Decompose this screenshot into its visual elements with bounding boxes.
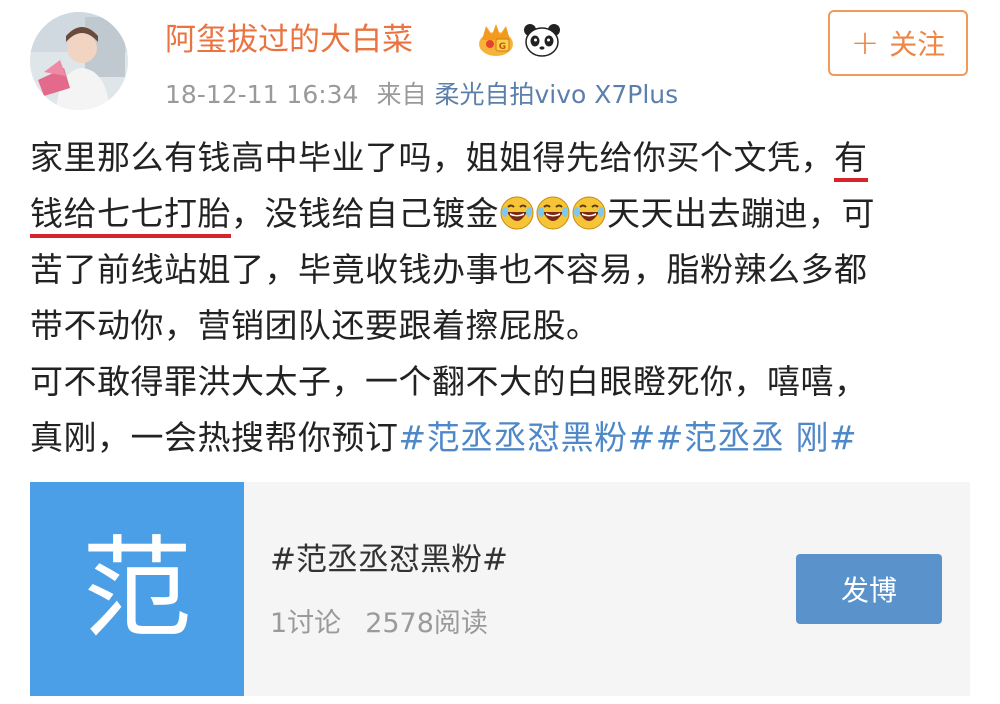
post-text-segment: ，没钱给自己镀金 xyxy=(231,194,499,233)
laughing-tears-emoji-icon xyxy=(500,196,534,230)
post-timestamp: 18-12-11 16:34 xyxy=(165,80,359,109)
post-line: 可不敢得罪洪大太子，一个翻不大的白眼瞪死你，嘻嘻， xyxy=(30,362,868,401)
post-text: 家里那么有钱高中毕业了吗，姐姐得先给你买个文凭，有 钱给七七打胎，没钱给自己镀金… xyxy=(30,130,970,466)
topic-stats: 1讨论 2578阅读 xyxy=(270,606,488,642)
post-meta: 18-12-11 16:34 来自 柔光自拍vivo X7Plus xyxy=(165,78,678,112)
topic-title[interactable]: #范丞丞怼黑粉# xyxy=(270,540,508,580)
source-device-link[interactable]: 柔光自拍vivo X7Plus xyxy=(434,80,678,109)
post-line: 苦了前线站姐了，毕竟收钱办事也不容易，脂粉辣么多都 xyxy=(30,250,868,289)
topic-thumbnail: 范 xyxy=(30,482,244,696)
crown-badge-icon[interactable]: G xyxy=(476,22,516,58)
read-count: 2578阅读 xyxy=(365,608,488,639)
laughing-tears-emoji-icon xyxy=(536,196,570,230)
topic-card[interactable]: 范 #范丞丞怼黑粉# 1讨论 2578阅读 发博 xyxy=(30,482,970,696)
post-line: 钱给七七打胎，没钱给自己镀金 天天出去蹦迪，可 xyxy=(30,186,970,242)
post-line: 带不动你，营销团队还要跟着擦屁股。 xyxy=(30,306,600,345)
post-line: 家里那么有钱高中毕业了吗，姐姐得先给你买个文凭，有 xyxy=(30,130,970,186)
post-line: 真刚，一会热搜帮你预订#范丞丞怼黑粉##范丞丞 刚# xyxy=(30,410,970,466)
underlined-text: 钱给七七打胎 xyxy=(30,194,231,238)
avatar[interactable] xyxy=(30,12,128,110)
hashtag-link[interactable]: #范丞丞怼黑粉##范丞丞 刚# xyxy=(399,418,858,457)
post-text-segment: 家里那么有钱高中毕业了吗，姐姐得先给你买个文凭， xyxy=(30,138,834,177)
source-prefix: 来自 xyxy=(376,80,427,109)
discussion-count: 1讨论 xyxy=(270,608,342,639)
username[interactable]: 阿玺拔过的大白菜 xyxy=(165,20,413,60)
plus-icon: + xyxy=(850,23,880,63)
post-text-segment: 真刚，一会热搜帮你预订 xyxy=(30,418,399,457)
svg-text:G: G xyxy=(499,42,506,52)
laughing-tears-emoji-icon xyxy=(572,196,606,230)
panda-icon[interactable] xyxy=(522,22,562,58)
post-text-segment: 天天出去蹦迪，可 xyxy=(607,194,875,233)
follow-label: 关注 xyxy=(889,28,946,61)
weibo-post-screen: 阿玺拔过的大白菜 G 18-12-11 16:34 来自 柔光自拍vivo X7P… xyxy=(0,0,1000,704)
underlined-text: 有 xyxy=(834,138,868,182)
follow-button[interactable]: + 关注 xyxy=(828,10,968,76)
post-to-topic-button[interactable]: 发博 xyxy=(796,554,942,624)
